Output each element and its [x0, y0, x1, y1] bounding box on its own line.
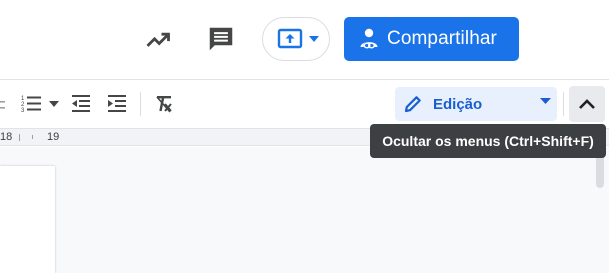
toolbar-separator [140, 92, 141, 116]
ruler-tick [19, 134, 20, 141]
present-button[interactable] [262, 17, 330, 61]
tooltip-text: Ocultar os menus (Ctrl+Shift+F) [382, 133, 594, 149]
comment-icon [209, 27, 233, 51]
top-header: Compartilhar [0, 0, 609, 78]
person-link-icon [360, 28, 378, 49]
share-button[interactable]: Compartilhar [344, 17, 519, 61]
docs-window: Compartilhar 1 2 3 Edição 18 19 Ocultar … [0, 0, 609, 273]
hide-menus-button[interactable] [569, 86, 605, 122]
editing-mode-label: Edição [433, 95, 483, 113]
chevron-up-icon [579, 99, 595, 109]
share-button-label: Compartilhar [387, 28, 497, 49]
numbered-list-button[interactable]: 1 2 3 [16, 90, 62, 118]
document-page[interactable] [0, 166, 55, 273]
present-to-all-icon [277, 28, 303, 49]
svg-text:3: 3 [21, 108, 25, 114]
increase-indent-button[interactable] [102, 90, 132, 118]
decrease-indent-icon [72, 95, 90, 112]
toolbar-separator [563, 92, 564, 116]
ruler-number: 19 [47, 131, 60, 143]
list-fragment-icon [0, 101, 5, 109]
ruler-number: 18 [0, 131, 13, 143]
chevron-down-icon [49, 101, 59, 107]
chevron-down-icon [309, 36, 319, 42]
hide-menus-tooltip: Ocultar os menus (Ctrl+Shift+F) [370, 124, 606, 158]
clear-formatting-button[interactable] [149, 90, 179, 118]
clear-formatting-icon [156, 96, 172, 113]
comments-button[interactable] [200, 18, 242, 60]
pencil-icon [404, 96, 421, 113]
toolbar-overflow-fragment [0, 90, 6, 118]
decrease-indent-button[interactable] [66, 90, 96, 118]
editing-mode-dropdown[interactable]: Edição [395, 87, 557, 121]
chevron-down-icon [540, 98, 551, 104]
increase-indent-icon [108, 95, 126, 112]
numbered-list-icon: 1 2 3 [21, 96, 41, 114]
trending-up-icon [146, 32, 170, 47]
ruler-tick [32, 135, 33, 139]
activity-dashboard-button[interactable] [138, 20, 178, 60]
document-canvas [0, 147, 609, 273]
